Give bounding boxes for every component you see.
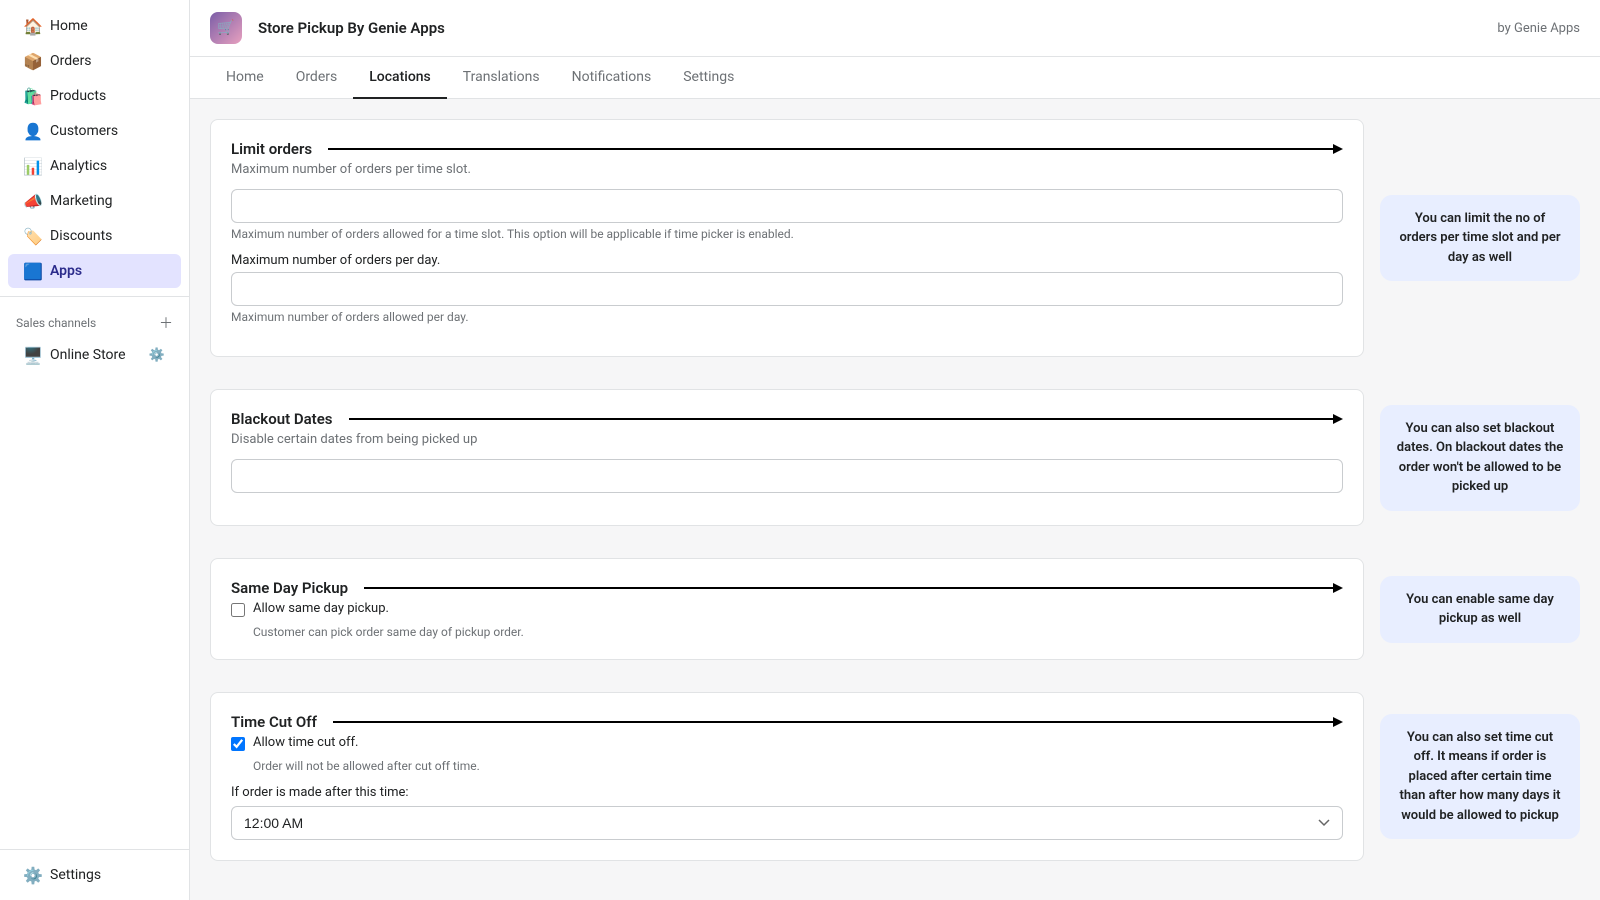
- arrow-head-blackout: [1333, 414, 1343, 424]
- sidebar-item-label: Home: [50, 18, 88, 34]
- max-orders-day-label: Maximum number of orders per day.: [231, 253, 1343, 268]
- sidebar-item-marketing[interactable]: 📣 Marketing: [8, 184, 181, 218]
- time-cut-off-checkbox-row: Allow time cut off.: [231, 735, 1343, 751]
- blackout-dates-section: Blackout Dates Disable certain dates fro…: [210, 389, 1580, 526]
- time-cut-off-checkbox[interactable]: [231, 737, 245, 751]
- max-orders-timeslot-field: Maximum number of orders allowed for a t…: [231, 189, 1343, 241]
- blackout-dates-field: [231, 459, 1343, 493]
- sidebar-item-apps[interactable]: 🟦 Apps: [8, 254, 181, 288]
- sidebar-footer: ⚙️ Settings: [0, 849, 189, 900]
- max-orders-timeslot-hint: Maximum number of orders allowed for a t…: [231, 227, 1343, 241]
- arrow-line-limit: [328, 148, 1333, 150]
- add-sales-channel-icon[interactable]: ＋: [159, 313, 173, 333]
- online-store-settings-icon[interactable]: ⚙️: [149, 348, 165, 363]
- marketing-icon: 📣: [24, 192, 42, 210]
- tab-orders[interactable]: Orders: [280, 57, 354, 99]
- same-day-pickup-card: Same Day Pickup Allow same day pickup. C…: [210, 558, 1364, 660]
- apps-icon: 🟦: [24, 262, 42, 280]
- max-orders-day-input[interactable]: [231, 272, 1343, 306]
- time-cut-off-select[interactable]: 12:00 AM 1:00 AM 2:00 AM 3:00 AM: [231, 806, 1343, 840]
- sidebar-item-customers[interactable]: 👤 Customers: [8, 114, 181, 148]
- sidebar-item-settings[interactable]: ⚙️ Settings: [8, 858, 181, 892]
- time-cut-off-checkbox-label[interactable]: Allow time cut off.: [253, 735, 358, 750]
- limit-orders-subtitle: Maximum number of orders per time slot.: [231, 162, 1343, 177]
- sidebar-item-label: Customers: [50, 123, 118, 139]
- arrow-head-limit: [1333, 144, 1343, 154]
- sidebar-item-products[interactable]: 🛍️ Products: [8, 79, 181, 113]
- settings-icon: ⚙️: [24, 866, 42, 884]
- tab-notifications[interactable]: Notifications: [556, 57, 668, 99]
- by-genie-label: by Genie Apps: [1497, 21, 1580, 36]
- content-area: Limit orders Maximum number of orders pe…: [190, 99, 1600, 900]
- online-store-label: Online Store: [50, 347, 126, 363]
- time-cut-off-card: Time Cut Off Allow time cut off. Order w…: [210, 692, 1364, 861]
- time-cut-off-time-label: If order is made after this time:: [231, 785, 1343, 800]
- sections-container: Limit orders Maximum number of orders pe…: [210, 119, 1580, 880]
- app-title: Store Pickup By Genie Apps: [258, 19, 1481, 37]
- nav-tabs: Home Orders Locations Translations Notif…: [190, 57, 1600, 99]
- arrow-head-same-day: [1333, 583, 1343, 593]
- sidebar-item-analytics[interactable]: 📊 Analytics: [8, 149, 181, 183]
- same-day-pickup-section: Same Day Pickup Allow same day pickup. C…: [210, 558, 1580, 660]
- sidebar-item-orders[interactable]: 📦 Orders: [8, 44, 181, 78]
- arrow-line-same-day: [364, 587, 1333, 589]
- sidebar-nav: 🏠 Home 📦 Orders 🛍️ Products 👤 Customers …: [0, 0, 189, 849]
- same-day-hint: Customer can pick order same day of pick…: [253, 625, 1343, 639]
- blackout-dates-title: Blackout Dates: [231, 410, 333, 428]
- sidebar-item-label: Products: [50, 88, 106, 104]
- sidebar-item-home[interactable]: 🏠 Home: [8, 9, 181, 43]
- arrow-line-time-cut: [333, 721, 1333, 723]
- online-store-icon: 🖥️: [24, 346, 42, 364]
- limit-orders-tooltip: You can limit the no of orders per time …: [1380, 195, 1580, 282]
- blackout-dates-input[interactable]: [231, 459, 1343, 493]
- same-day-tooltip: You can enable same day pickup as well: [1380, 576, 1580, 643]
- limit-orders-title: Limit orders: [231, 140, 312, 158]
- time-cut-off-order-note: Order will not be allowed after cut off …: [253, 759, 1343, 773]
- orders-icon: 📦: [24, 52, 42, 70]
- sidebar-item-label: Marketing: [50, 193, 113, 209]
- blackout-dates-subtitle: Disable certain dates from being picked …: [231, 432, 1343, 447]
- arrow-head-time-cut: [1333, 717, 1343, 727]
- sidebar-item-online-store[interactable]: 🖥️ Online Store ⚙️: [8, 338, 181, 372]
- main-area: 🛒 Store Pickup By Genie Apps by Genie Ap…: [190, 0, 1600, 900]
- tab-settings[interactable]: Settings: [667, 57, 750, 99]
- sidebar-item-discounts[interactable]: 🏷️ Discounts: [8, 219, 181, 253]
- limit-orders-section: Limit orders Maximum number of orders pe…: [210, 119, 1580, 357]
- analytics-icon: 📊: [24, 157, 42, 175]
- time-cut-off-tooltip: You can also set time cut off. It means …: [1380, 714, 1580, 840]
- max-orders-day-hint: Maximum number of orders allowed per day…: [231, 310, 1343, 324]
- same-day-checkbox-label[interactable]: Allow same day pickup.: [253, 601, 389, 616]
- time-cut-off-title: Time Cut Off: [231, 713, 317, 731]
- sidebar: 🏠 Home 📦 Orders 🛍️ Products 👤 Customers …: [0, 0, 190, 900]
- max-orders-day-field: Maximum number of orders per day. Maximu…: [231, 253, 1343, 324]
- home-icon: 🏠: [24, 17, 42, 35]
- tab-home[interactable]: Home: [210, 57, 280, 99]
- sidebar-item-label: Discounts: [50, 228, 112, 244]
- settings-label: Settings: [50, 867, 101, 883]
- sales-channels-section: Sales channels ＋: [0, 305, 189, 337]
- blackout-dates-card: Blackout Dates Disable certain dates fro…: [210, 389, 1364, 526]
- time-cut-off-section: Time Cut Off Allow time cut off. Order w…: [210, 692, 1580, 861]
- customers-icon: 👤: [24, 122, 42, 140]
- sales-channels-label: Sales channels: [16, 316, 96, 330]
- discounts-icon: 🏷️: [24, 227, 42, 245]
- same-day-pickup-title: Same Day Pickup: [231, 579, 348, 597]
- sidebar-item-label: Analytics: [50, 158, 107, 174]
- tab-locations[interactable]: Locations: [353, 57, 447, 99]
- topbar: 🛒 Store Pickup By Genie Apps by Genie Ap…: [190, 0, 1600, 57]
- max-orders-timeslot-input[interactable]: [231, 189, 1343, 223]
- limit-orders-card: Limit orders Maximum number of orders pe…: [210, 119, 1364, 357]
- app-logo: 🛒: [210, 12, 242, 44]
- same-day-checkbox-row: Allow same day pickup.: [231, 601, 1343, 617]
- arrow-line-blackout: [349, 418, 1334, 420]
- same-day-checkbox[interactable]: [231, 603, 245, 617]
- sidebar-item-label: Orders: [50, 53, 92, 69]
- products-icon: 🛍️: [24, 87, 42, 105]
- tab-translations[interactable]: Translations: [447, 57, 556, 99]
- blackout-dates-tooltip: You can also set blackout dates. On blac…: [1380, 405, 1580, 511]
- sidebar-item-label: Apps: [50, 263, 82, 279]
